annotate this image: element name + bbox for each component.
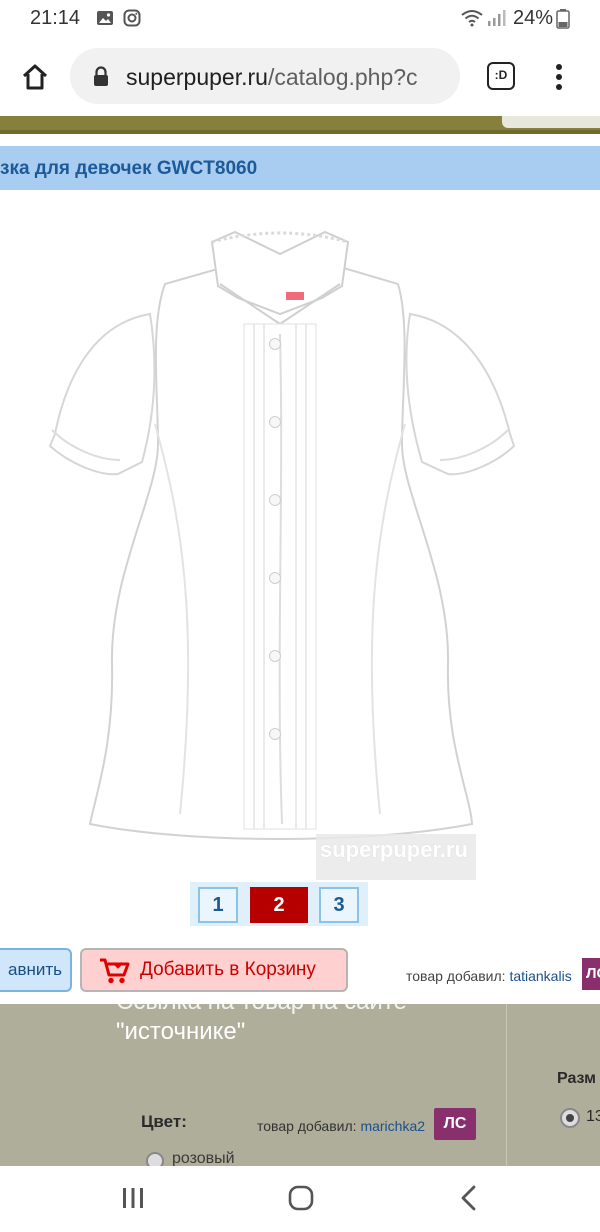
page-button-2[interactable]: 2	[250, 887, 308, 923]
tab-switcher-label: :D	[494, 68, 508, 82]
product-title: зка для девочек GWCT8060	[0, 158, 258, 179]
gallery-icon	[96, 9, 114, 27]
watermark: superpuper.ru	[316, 834, 476, 880]
link-note: "источнике"	[116, 1018, 246, 1045]
battery-percent: 24%	[513, 7, 554, 29]
wifi-icon	[460, 9, 484, 27]
battery-icon	[556, 9, 570, 29]
lock-icon	[92, 65, 110, 87]
added-by-text-2: товар добавил: marichka2	[257, 1118, 425, 1134]
private-message-badge-2[interactable]: ЛС	[434, 1108, 476, 1140]
watermark-text: superpuper.ru	[320, 837, 468, 862]
signal-icon	[486, 9, 506, 27]
url-text[interactable]: superpuper.ru/catalog.php?c	[126, 64, 446, 91]
cart-icon	[98, 957, 130, 990]
added-by-prefix: товар добавил:	[406, 968, 506, 984]
status-time: 21:14	[30, 7, 81, 29]
more-menu-icon[interactable]	[549, 62, 569, 92]
home-icon[interactable]	[20, 62, 50, 92]
page-button-3[interactable]: 3	[319, 887, 359, 923]
image-pager: 1 2 3	[190, 882, 368, 926]
site-header-band	[0, 116, 600, 134]
added-by-user-link[interactable]: tatiankalis	[509, 968, 571, 984]
size-value: 13	[586, 1108, 600, 1125]
added-by-text: товар добавил: tatiankalis	[406, 968, 572, 984]
size-radio[interactable]	[560, 1108, 580, 1128]
recent-apps-icon[interactable]	[120, 1186, 146, 1210]
panel-divider	[506, 1004, 507, 1168]
lower-panel: Ссылка на товар на сайте "источнике" Раз…	[0, 1004, 600, 1168]
url-host: superpuper.ru	[126, 64, 268, 90]
size-label: Разм	[557, 1070, 596, 1087]
product-title-bar: зка для девочек GWCT8060	[0, 146, 600, 190]
home-button-icon[interactable]	[287, 1184, 315, 1212]
tab-switcher-icon[interactable]: :D	[487, 62, 515, 90]
url-path: /catalog.php?c	[267, 64, 418, 90]
add-to-cart-button[interactable]: Добавить в Корзину	[80, 948, 348, 992]
site-header-tab[interactable]	[502, 116, 600, 128]
status-bar: 21:14 24%	[0, 0, 600, 38]
private-message-badge[interactable]: ЛС	[582, 958, 600, 990]
compare-button[interactable]: авнить	[0, 948, 72, 992]
back-icon[interactable]	[458, 1184, 480, 1212]
color-label: Цвет:	[141, 1112, 187, 1131]
blouse-illustration	[48, 230, 516, 841]
link-note-cut: Ссылка на товар на сайте	[116, 1004, 407, 1016]
add-to-cart-label: Добавить в Корзину	[140, 959, 316, 980]
added-by-prefix-2: товар добавил:	[257, 1118, 357, 1134]
browser-toolbar: superpuper.ru/catalog.php?c :D	[0, 38, 600, 116]
added-by-user-link-2[interactable]: marichka2	[360, 1118, 425, 1134]
product-image[interactable]	[30, 194, 530, 884]
system-nav-bar	[0, 1166, 600, 1232]
instagram-icon	[123, 9, 141, 27]
page-button-1[interactable]: 1	[198, 887, 238, 923]
